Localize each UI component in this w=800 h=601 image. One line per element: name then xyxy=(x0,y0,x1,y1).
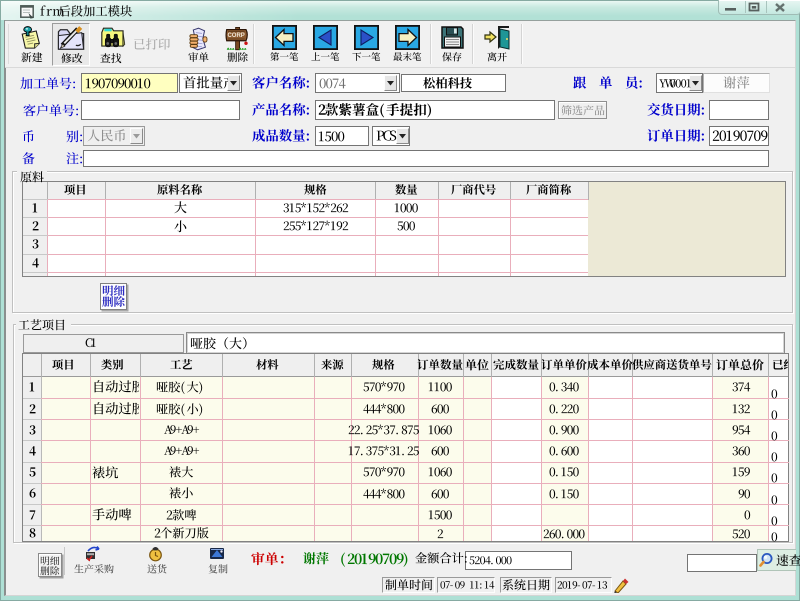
svg-text:CORP: CORP xyxy=(227,33,244,39)
